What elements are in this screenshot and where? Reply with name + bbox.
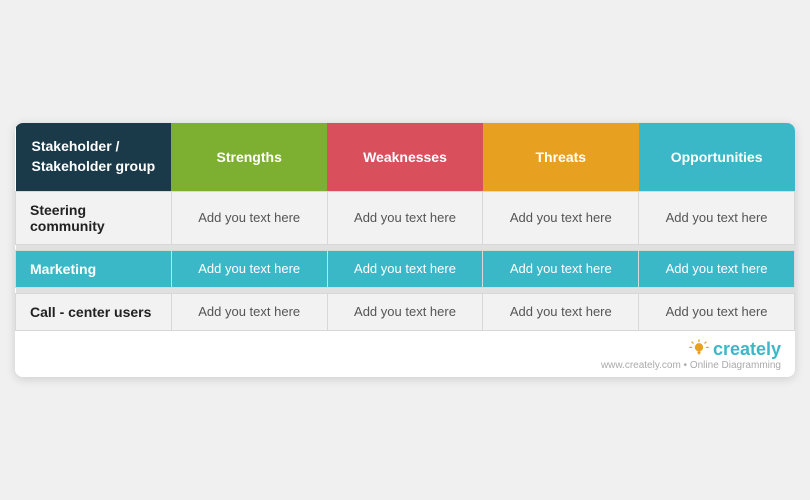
swot-table: Stakeholder / Stakeholder group Strength…: [15, 123, 795, 330]
table-row: Call - center usersAdd you text hereAdd …: [16, 293, 795, 330]
row-2-cell-3[interactable]: Add you text here: [639, 293, 795, 330]
row-0-label: Steering community: [16, 191, 172, 244]
footer: creately www.creately.com • Online Diagr…: [15, 331, 795, 377]
row-1-cell-3[interactable]: Add you text here: [639, 250, 795, 287]
col-header-strengths: Strengths: [171, 123, 327, 191]
row-2-cell-2[interactable]: Add you text here: [483, 293, 639, 330]
row-0-cell-2[interactable]: Add you text here: [483, 191, 639, 244]
row-1-label: Marketing: [16, 250, 172, 287]
row-0-cell-1[interactable]: Add you text here: [327, 191, 483, 244]
row-2-cell-0[interactable]: Add you text here: [171, 293, 327, 330]
row-0-cell-0[interactable]: Add you text here: [171, 191, 327, 244]
table-header-row: Stakeholder / Stakeholder group Strength…: [16, 123, 795, 191]
row-2-cell-1[interactable]: Add you text here: [327, 293, 483, 330]
brand-name: creately: [713, 339, 781, 360]
col-header-threats: Threats: [483, 123, 639, 191]
col-header-opportunities: Opportunities: [639, 123, 795, 191]
row-1-cell-1[interactable]: Add you text here: [327, 250, 483, 287]
col-header-weaknesses: Weaknesses: [327, 123, 483, 191]
table-row: Steering communityAdd you text hereAdd y…: [16, 191, 795, 244]
table-row: MarketingAdd you text hereAdd you text h…: [16, 250, 795, 287]
bulb-icon: [689, 339, 709, 359]
row-1-cell-2[interactable]: Add you text here: [483, 250, 639, 287]
row-1-cell-0[interactable]: Add you text here: [171, 250, 327, 287]
footer-url: www.creately.com • Online Diagramming: [29, 360, 781, 371]
col-header-stakeholder: Stakeholder / Stakeholder group: [16, 123, 172, 191]
main-card: Stakeholder / Stakeholder group Strength…: [15, 123, 795, 376]
row-0-cell-3[interactable]: Add you text here: [639, 191, 795, 244]
row-2-label: Call - center users: [16, 293, 172, 330]
brand-container: creately: [29, 339, 781, 360]
